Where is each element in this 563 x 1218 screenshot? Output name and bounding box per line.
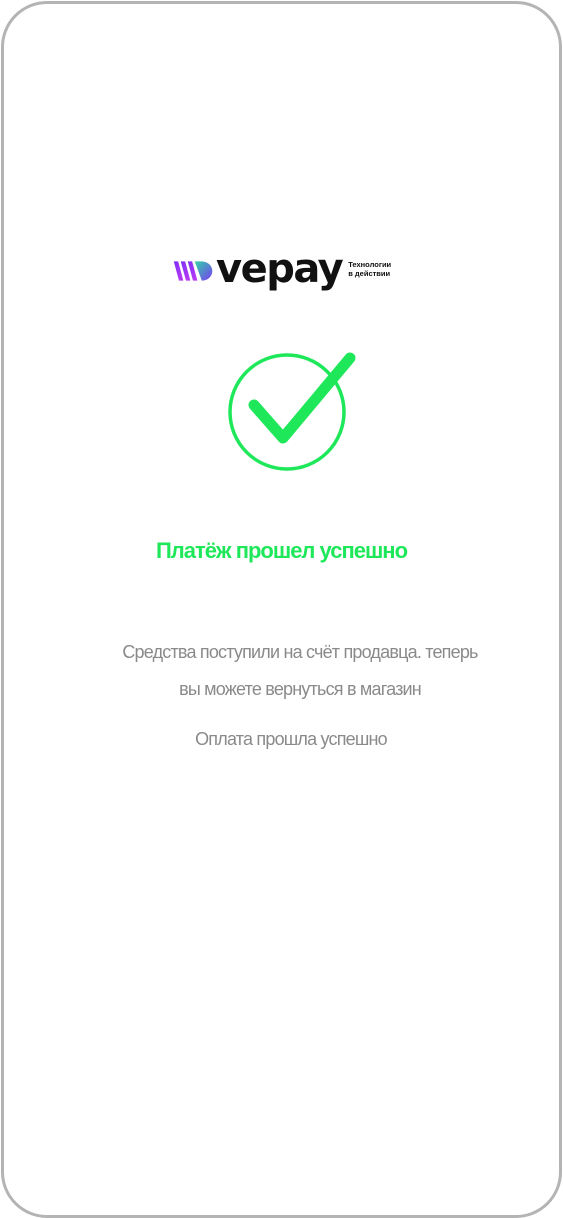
vepay-logo-mark-icon [173,261,213,281]
payment-message-line-2: вы можете вернуться в магазин [179,679,422,699]
vepay-logo-tagline: Технологии в действии [348,260,392,278]
payment-message: Средства поступили на счёт продавца. теп… [30,634,563,708]
payment-success-title: Платёж прошел успешно [155,538,408,563]
payment-message-line-1: Средства поступили на счёт продавца. теп… [122,642,478,662]
payment-status-text: Оплата прошла успешно [195,729,388,749]
checkmark-circle-icon [228,352,356,471]
vepay-logo: vepay Технологии в действии [172,246,392,294]
tagline-line-1: Технологии [348,260,392,269]
device-frame [1,1,562,1218]
tagline-line-2: в действии [348,269,391,278]
vepay-logo-wordmark: vepay [216,246,344,292]
